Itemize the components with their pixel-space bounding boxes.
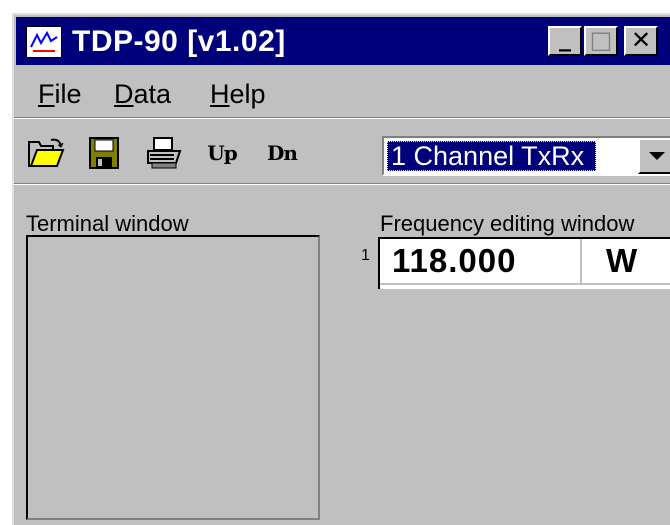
- grid-column-divider: [580, 239, 582, 283]
- toolbar: Up Dn 1 Channel TxRx: [14, 121, 670, 181]
- print-button[interactable]: [144, 135, 184, 171]
- frequency-grid: 118.000 W: [378, 237, 670, 289]
- close-icon: ✕: [630, 26, 652, 54]
- open-button[interactable]: [26, 135, 66, 171]
- save-disk-icon: [89, 137, 119, 169]
- open-folder-icon: [28, 138, 65, 167]
- menu-bar: File Data Help: [14, 73, 670, 115]
- download-button[interactable]: Dn: [262, 135, 302, 171]
- menu-data[interactable]: Data: [114, 79, 171, 110]
- close-button[interactable]: ✕: [624, 26, 658, 56]
- upload-button[interactable]: Up: [202, 135, 242, 171]
- title-bar[interactable]: TDP-90 [v1.02] _ □ ✕: [16, 17, 670, 65]
- channel-select[interactable]: 1 Channel TxRx: [382, 136, 670, 176]
- chevron-down-icon[interactable]: [638, 138, 670, 174]
- app-icon[interactable]: [26, 26, 62, 58]
- download-icon: Dn: [267, 141, 298, 165]
- frequency-window-label: Frequency editing window: [380, 211, 635, 236]
- channel-select-value: 1 Channel TxRx: [387, 141, 597, 171]
- maximize-button[interactable]: □: [584, 26, 618, 56]
- printer-icon: [147, 137, 182, 169]
- menu-divider-highlight: [14, 118, 670, 119]
- window-title: TDP-90 [v1.02]: [72, 25, 286, 58]
- mode-cell[interactable]: W: [606, 239, 638, 283]
- minimize-icon: _: [559, 24, 571, 52]
- terminal-window[interactable]: [26, 235, 320, 520]
- menu-help[interactable]: Help: [210, 79, 266, 110]
- upload-icon: Up: [207, 141, 237, 165]
- terminal-window-label: Terminal window: [26, 211, 189, 236]
- toolbar-divider-highlight: [14, 184, 670, 185]
- row-number: 1: [361, 247, 370, 264]
- minimize-button[interactable]: _: [548, 26, 582, 56]
- menu-file[interactable]: File: [38, 79, 82, 110]
- frequency-cell[interactable]: 118.000: [392, 239, 516, 283]
- save-button[interactable]: [84, 135, 124, 171]
- maximize-icon: □: [589, 26, 613, 54]
- grid-row-divider: [380, 283, 670, 285]
- app-window: TDP-90 [v1.02] _ □ ✕ File Data Help Up D…: [12, 13, 670, 525]
